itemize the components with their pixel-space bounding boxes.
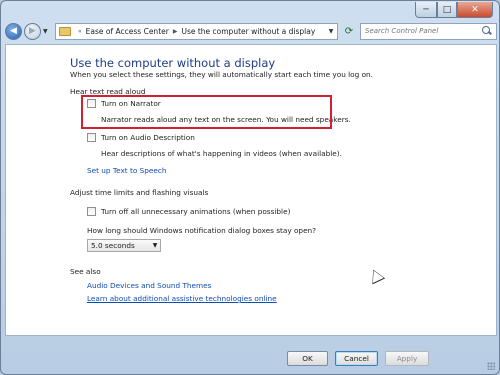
caption-buttons: ─ □ ✕ [415,2,493,18]
arrow-right-icon: ▶ [29,26,36,36]
apply-button[interactable]: Apply [385,351,429,366]
chevron-right-icon[interactable]: « [78,28,82,35]
content-pane: Use the computer without a display When … [5,44,497,336]
close-button[interactable]: ✕ [457,2,493,18]
animations-label[interactable]: Turn off all unnecessary animations (whe… [101,207,290,216]
animations-checkbox[interactable] [87,207,96,216]
section-heading-label: Adjust time limits and flashing visuals [70,188,209,197]
breadcrumb-ease-of-access[interactable]: Ease of Access Center [86,27,169,36]
address-dropdown[interactable]: ▼ [325,28,337,35]
assistive-tech-link[interactable]: Learn about additional assistive technol… [87,294,277,303]
navigation-bar: ◀ ▶ ▼ « Ease of Access Center ▶ Use the … [5,20,497,42]
resize-grip[interactable] [487,362,495,370]
minimize-button[interactable]: ─ [415,2,437,18]
dialog-duration-question: How long should Windows notification dia… [87,226,317,235]
audio-description-description: Hear descriptions of what's happening in… [101,149,342,158]
chevron-right-icon[interactable]: ▶ [173,28,178,35]
control-panel-window: ─ □ ✕ ◀ ▶ ▼ « Ease of Access Center ▶ Us… [0,0,500,375]
control-panel-icon [59,26,71,36]
audio-description-label[interactable]: Turn on Audio Description [101,133,195,142]
chevron-down-icon: ▼ [152,242,158,249]
dialog-duration-value: 5.0 seconds [91,241,135,250]
breadcrumb-current-page[interactable]: Use the computer without a display [181,27,315,36]
forward-button[interactable]: ▶ [24,22,41,40]
search-input[interactable] [365,27,480,35]
ok-button[interactable]: OK [287,351,328,366]
search-icon[interactable] [480,24,494,38]
search-box[interactable] [360,22,497,40]
dialog-duration-select[interactable]: 5.0 seconds ▼ [87,239,161,252]
back-button[interactable]: ◀ [5,22,22,40]
refresh-icon: ⟳ [344,25,354,37]
refresh-button[interactable]: ⟳ [340,23,358,40]
recent-pages-dropdown[interactable]: ▼ [43,28,51,35]
section-heading-see-also: See also [70,267,101,276]
highlight-box [81,95,332,129]
cancel-button[interactable]: Cancel [335,351,378,366]
address-bar[interactable]: « Ease of Access Center ▶ Use the comput… [55,22,338,40]
arrow-left-icon: ◀ [10,26,17,36]
audio-description-checkbox[interactable] [87,133,96,142]
section-heading-time-limits: Adjust time limits and flashing visuals [70,188,208,197]
text-to-speech-link[interactable]: Set up Text to Speech [87,166,166,175]
maximize-button[interactable]: □ [437,2,457,18]
section-heading-label: See also [70,267,101,276]
page-title: Use the computer without a display [70,56,276,70]
audio-devices-link[interactable]: Audio Devices and Sound Themes [87,281,211,290]
page-subtitle: When you select these settings, they wil… [70,70,373,79]
